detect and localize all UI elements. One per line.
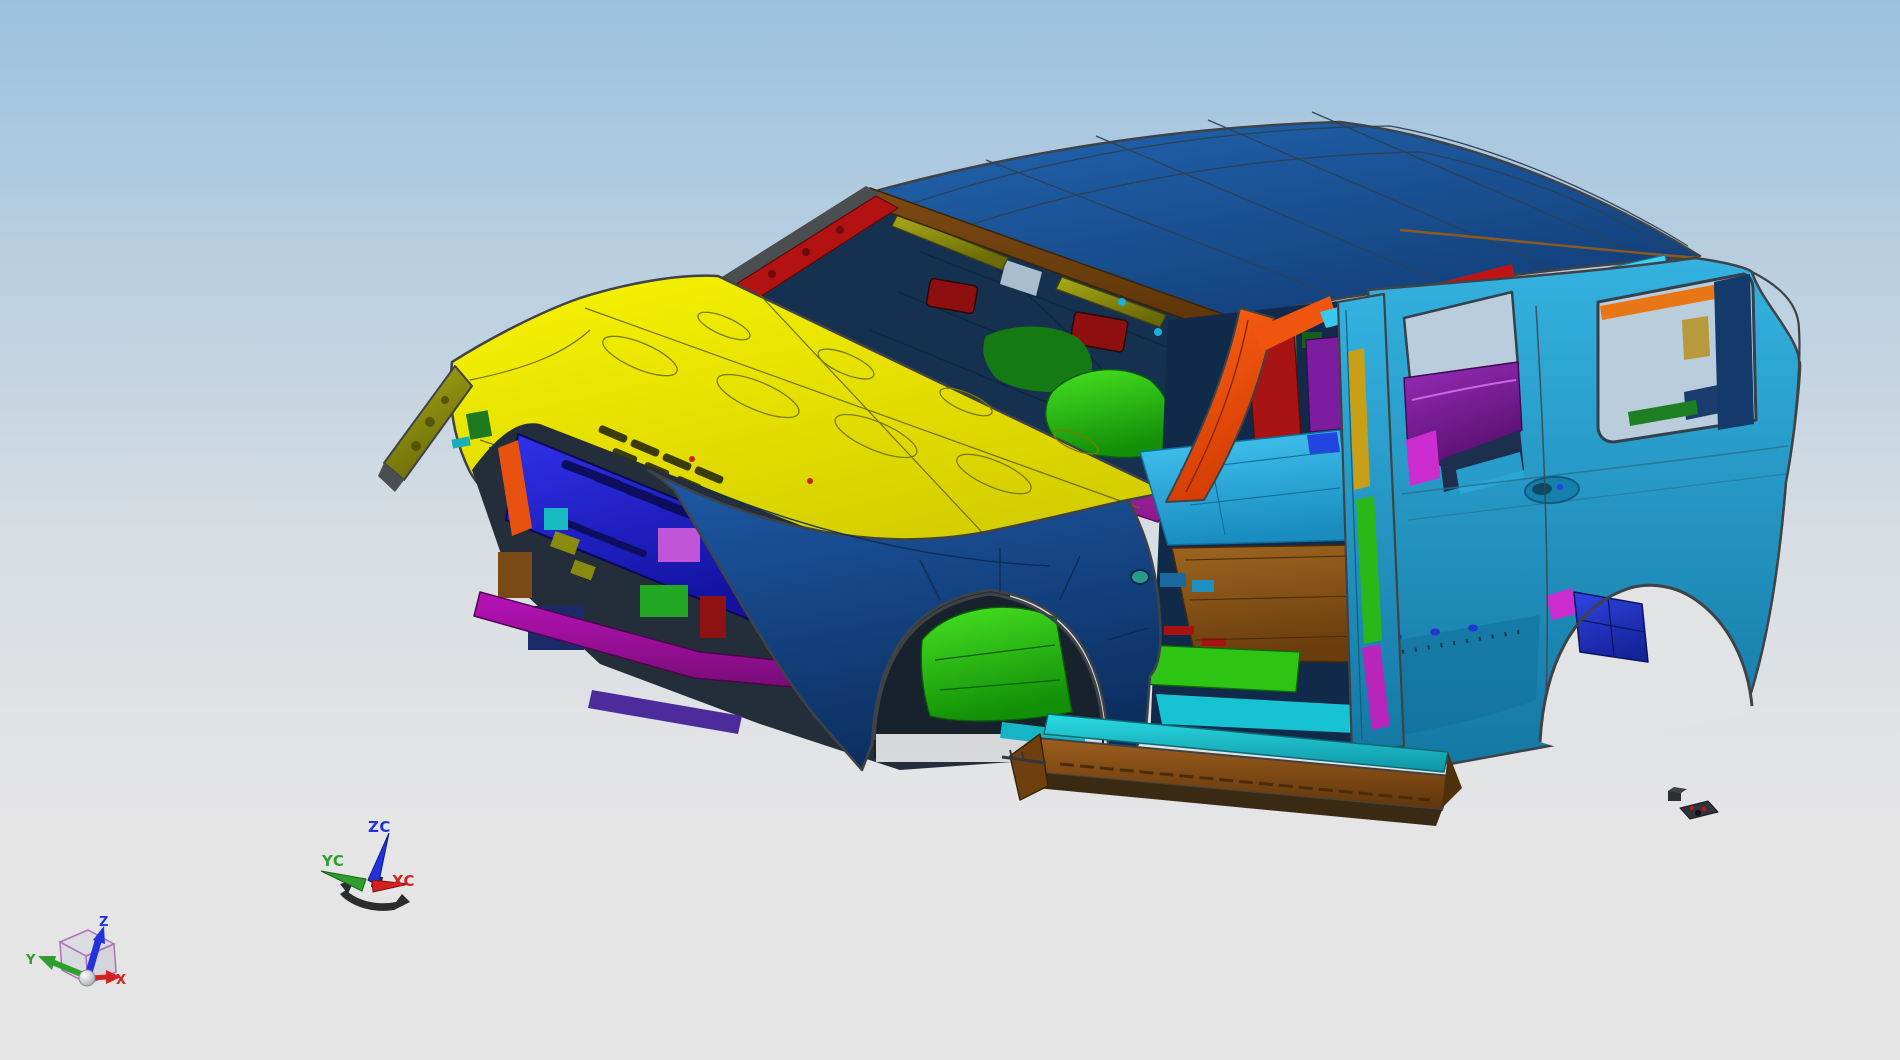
rear-bodyside[interactable]: [1366, 256, 1802, 766]
tip-green-bracket[interactable]: [465, 410, 493, 440]
floating-parts[interactable]: [1668, 787, 1719, 820]
wcs-z-axis-arrow[interactable]: [367, 832, 390, 887]
floating-cube-part[interactable]: [1668, 787, 1687, 801]
window-khaki-bracket[interactable]: [1682, 316, 1710, 360]
wcs-rotate-handle[interactable]: [340, 890, 410, 911]
floor-blue-crossmember[interactable]: [1307, 432, 1340, 455]
view-z-label: Z: [99, 915, 108, 930]
wcs-y-label: YC: [321, 852, 344, 870]
wcs-z-label: ZC: [368, 818, 391, 836]
d-pillar-deep-navy[interactable]: [1714, 274, 1754, 430]
rear-floor-magenta[interactable]: [1406, 430, 1440, 486]
cad-viewport[interactable]: ZC YC XC Z Y X: [0, 0, 1900, 1060]
view-orientation-triad[interactable]: Z Y X: [25, 915, 126, 988]
car-body-model[interactable]: [378, 111, 1802, 826]
front-floor-green[interactable]: [920, 606, 1073, 722]
floating-plate-part[interactable]: [1679, 800, 1719, 820]
wcs-triad[interactable]: ZC YC XC: [320, 818, 415, 911]
view-x-label: X: [116, 973, 126, 988]
fender-antenna-hole[interactable]: [1130, 569, 1150, 585]
front-darkred-block[interactable]: [700, 596, 726, 638]
front-teal-block[interactable]: [544, 508, 568, 530]
view-triad-origin-sphere[interactable]: [78, 969, 96, 987]
floor-green-sliver[interactable]: [1141, 644, 1301, 693]
front-violet-block[interactable]: [658, 528, 700, 562]
front-brown-block[interactable]: [498, 552, 532, 598]
mid-floor-brown[interactable]: [1171, 544, 1365, 663]
front-green-block[interactable]: [640, 585, 688, 617]
model-canvas[interactable]: ZC YC XC Z Y X: [0, 0, 1900, 1060]
view-y-label: Y: [25, 953, 36, 968]
wcs-x-label: XC: [392, 872, 415, 890]
